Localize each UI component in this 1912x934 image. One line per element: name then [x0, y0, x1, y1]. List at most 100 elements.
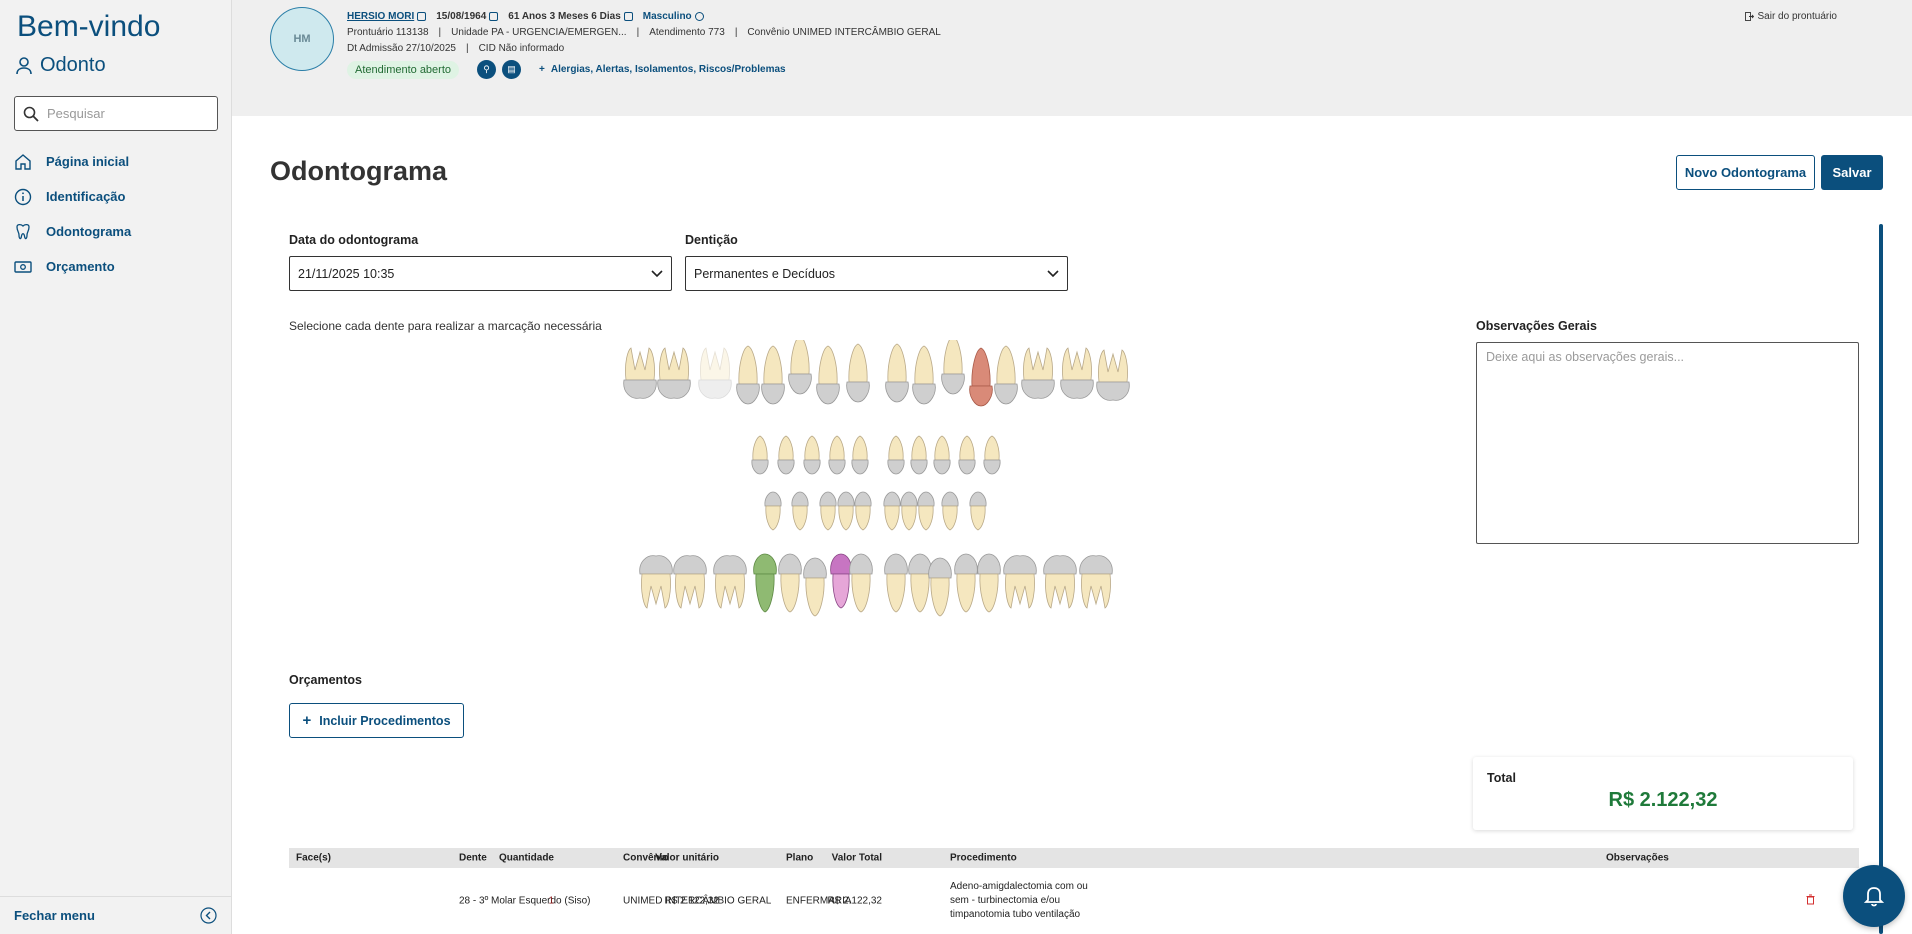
tooth[interactable] — [764, 491, 782, 531]
cell-quantidade: 1 — [548, 895, 554, 907]
tooth-marked-green[interactable] — [753, 553, 777, 613]
add-procedures-label: Incluir Procedimentos — [319, 713, 451, 728]
tooth[interactable] — [1096, 349, 1130, 401]
sidebar-item-odontograma[interactable]: Odontograma — [14, 214, 131, 249]
save-button[interactable]: Salvar — [1821, 155, 1883, 190]
tooth[interactable] — [837, 491, 855, 531]
col-header: Valor Total — [831, 852, 882, 864]
patient-line-3: Dt Admissão 27/10/2025 | CID Não informad… — [347, 43, 565, 54]
copy-icon[interactable] — [417, 11, 427, 21]
close-menu-button[interactable]: Fechar menu — [0, 896, 231, 934]
tooth-missing[interactable] — [698, 347, 732, 399]
tooth[interactable] — [885, 343, 909, 403]
add-procedures-button[interactable]: + Incluir Procedimentos — [289, 703, 464, 738]
tooth[interactable] — [1003, 555, 1037, 609]
tooth[interactable] — [816, 345, 840, 405]
tooth[interactable] — [803, 435, 821, 475]
tooth[interactable] — [1043, 555, 1077, 609]
alerts-link-label: Alergias, Alertas, Isolamentos, Riscos/P… — [550, 64, 786, 75]
tooth[interactable] — [933, 435, 951, 475]
tooth[interactable] — [751, 435, 769, 475]
new-odontogram-button[interactable]: Novo Odontograma — [1676, 155, 1815, 190]
tooth[interactable] — [846, 343, 870, 403]
total-value: R$ 2.122,32 — [1608, 789, 1718, 811]
money-icon — [14, 260, 32, 273]
sidebar-item-identificacao[interactable]: Identificação — [14, 179, 131, 214]
tooth[interactable] — [941, 340, 965, 395]
tooth[interactable] — [673, 555, 707, 609]
tooth[interactable] — [928, 557, 952, 617]
sidebar-item-orcamento[interactable]: Orçamento — [14, 249, 131, 284]
cell-valor-total: R$ 2.122,32 — [827, 895, 883, 907]
tooth[interactable] — [803, 557, 827, 617]
tooth[interactable] — [1079, 555, 1113, 609]
tooth[interactable] — [761, 345, 785, 405]
attachment-button[interactable]: ⚲ — [477, 60, 497, 79]
convenio: Convênio UNIMED INTERCÂMBIO GERAL — [747, 27, 941, 38]
tooth[interactable] — [778, 553, 802, 613]
tooth[interactable] — [849, 553, 873, 613]
search-box[interactable] — [14, 96, 218, 131]
odontogram-hint: Selecione cada dente para realizar a mar… — [289, 319, 602, 333]
patient-line-4: Atendimento aberto ⚲ ▤ + Alergias, Alert… — [347, 60, 786, 79]
tooth[interactable] — [969, 491, 987, 531]
tooth[interactable] — [713, 555, 747, 609]
tooth[interactable] — [900, 491, 918, 531]
tooth[interactable] — [854, 491, 872, 531]
tooth[interactable] — [819, 491, 837, 531]
scrollbar[interactable] — [1879, 224, 1883, 934]
tooth[interactable] — [887, 435, 905, 475]
logout-link[interactable]: Sair do prontuário — [1744, 11, 1837, 22]
tooth[interactable] — [883, 491, 901, 531]
obs-textarea[interactable] — [1476, 342, 1859, 544]
tooth[interactable] — [1021, 347, 1055, 399]
delete-row-button[interactable] — [1806, 894, 1815, 908]
tooth[interactable] — [777, 435, 795, 475]
tooth[interactable] — [791, 491, 809, 531]
total-card: Total R$ 2.122,32 — [1473, 757, 1853, 830]
notifications-button[interactable] — [1843, 865, 1905, 927]
tooth[interactable] — [983, 435, 1001, 475]
cell-dente: 28 - 3º Molar Esquerdo (Siso) — [459, 895, 591, 907]
tooth[interactable] — [639, 555, 673, 609]
cell-valor-unitario: R$ 2.122,32 — [664, 895, 720, 907]
date-select[interactable]: 21/11/2025 10:35 — [289, 256, 672, 291]
tooth[interactable] — [977, 553, 1001, 613]
tooth-marked-pink[interactable] — [830, 553, 852, 609]
tooth[interactable] — [908, 553, 932, 613]
tooth[interactable] — [657, 347, 691, 399]
tooth[interactable] — [828, 435, 846, 475]
tooth[interactable] — [851, 435, 869, 475]
tooth[interactable] — [954, 553, 978, 613]
tooth[interactable] — [1060, 347, 1094, 399]
tooth[interactable] — [941, 491, 959, 531]
sidebar-nav: Página inicial Identificação Odontograma… — [14, 144, 131, 284]
document-button[interactable]: ▤ — [502, 60, 522, 79]
tooth[interactable] — [994, 345, 1018, 405]
search-input[interactable] — [47, 106, 197, 121]
tooth[interactable] — [884, 553, 908, 613]
atendimento: Atendimento 773 — [649, 27, 725, 38]
tooth[interactable] — [917, 491, 935, 531]
sidebar-item-home[interactable]: Página inicial — [14, 144, 131, 179]
cid: CID Não informado — [478, 43, 565, 54]
tooth[interactable] — [910, 435, 928, 475]
tooth-marked-red[interactable] — [969, 347, 993, 407]
budgets-label: Orçamentos — [289, 673, 362, 687]
calendar-icon — [623, 11, 633, 21]
tooth[interactable] — [788, 340, 812, 395]
tooth[interactable] — [736, 345, 760, 405]
tooth[interactable] — [958, 435, 976, 475]
user-icon — [16, 56, 32, 74]
patient-line-2: Prontuário 113138 | Unidade PA - URGENCIA… — [347, 27, 941, 38]
tooth[interactable] — [623, 347, 657, 399]
col-header: Quantidade — [498, 852, 554, 864]
table-row: 28 - 3º Molar Esquerdo (Siso) UNIMED INT… — [289, 868, 1859, 934]
patient-name-link[interactable]: HERSIO MORI — [347, 11, 414, 22]
info-icon[interactable] — [694, 11, 704, 21]
sidebar-item-label: Odontograma — [46, 224, 132, 239]
tooth[interactable] — [912, 345, 936, 405]
patient-line-1: HERSIO MORI 15/08/1964 61 Anos 3 Meses 6… — [347, 11, 704, 22]
alerts-link[interactable]: + Alergias, Alertas, Isolamentos, Riscos… — [539, 64, 786, 75]
dentition-select[interactable]: Permanentes e Decíduos — [685, 256, 1068, 291]
